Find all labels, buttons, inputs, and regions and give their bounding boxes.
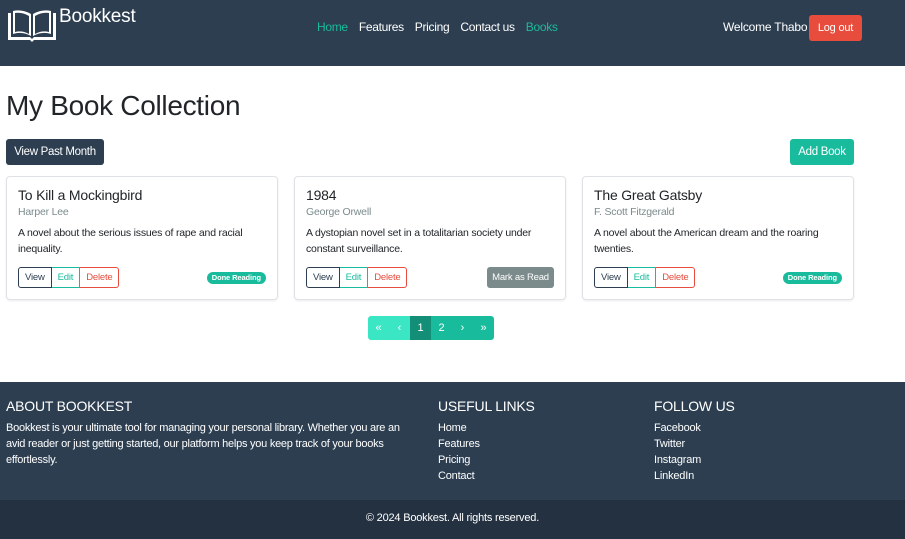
- book-title: To Kill a Mockingbird: [18, 187, 143, 203]
- view-past-month-button[interactable]: View Past Month: [6, 139, 104, 165]
- add-book-button[interactable]: Add Book: [790, 139, 854, 165]
- footer-link-contact[interactable]: Contact: [438, 468, 480, 484]
- view-button[interactable]: View: [594, 267, 628, 288]
- previous-page-button[interactable]: ‹: [389, 316, 410, 340]
- book-description: A novel about the serious issues of rape…: [18, 227, 243, 255]
- delete-button[interactable]: Delete: [368, 267, 408, 288]
- footer-link-features[interactable]: Features: [438, 436, 480, 452]
- last-page-button[interactable]: »: [473, 316, 494, 340]
- edit-button[interactable]: Edit: [51, 267, 81, 288]
- page-1-button[interactable]: 1: [410, 316, 431, 340]
- delete-button[interactable]: Delete: [656, 267, 696, 288]
- footer-link-twitter[interactable]: Twitter: [654, 436, 701, 452]
- book-author: Harper Lee: [18, 206, 69, 218]
- next-page-button[interactable]: ›: [452, 316, 473, 340]
- book-card: 1984 George Orwell A dystopian novel set…: [294, 176, 566, 300]
- book-author: George Orwell: [306, 206, 372, 218]
- nav-link-pricing[interactable]: Pricing: [415, 20, 450, 34]
- done-reading-badge: Done Reading: [206, 272, 266, 284]
- nav-link-books[interactable]: Books: [526, 20, 558, 34]
- book-card: To Kill a Mockingbird Harper Lee A novel…: [6, 176, 278, 300]
- book-title: 1984: [306, 187, 337, 203]
- book-author: F. Scott Fitzgerald: [594, 206, 675, 218]
- first-page-button[interactable]: «: [368, 316, 389, 340]
- brand[interactable]: [6, 9, 58, 43]
- book-description: A novel about the American dream and the…: [594, 227, 819, 255]
- book-card: The Great Gatsby F. Scott Fitzgerald A n…: [582, 176, 854, 300]
- page-2-button[interactable]: 2: [431, 316, 452, 340]
- follow-us-heading: FOLLOW US: [654, 398, 735, 414]
- useful-links-heading: USEFUL LINKS: [438, 398, 535, 414]
- footer-link-home[interactable]: Home: [438, 420, 480, 436]
- about-heading: ABOUT BOOKKEST: [6, 398, 133, 414]
- view-button[interactable]: View: [306, 267, 340, 288]
- pagination: « ‹ 1 2 › »: [368, 316, 494, 340]
- brand-name[interactable]: Bookkest: [59, 6, 136, 28]
- done-reading-badge: Done Reading: [782, 272, 842, 284]
- open-book-icon: [6, 9, 58, 43]
- useful-links-list: Home Features Pricing Contact: [438, 420, 480, 484]
- footer-link-facebook[interactable]: Facebook: [654, 420, 701, 436]
- footer-link-instagram[interactable]: Instagram: [654, 452, 701, 468]
- edit-button[interactable]: Edit: [627, 267, 657, 288]
- social-links-list: Facebook Twitter Instagram LinkedIn: [654, 420, 701, 484]
- navbar: Bookkest Home Features Pricing Contact u…: [0, 0, 905, 66]
- footer: ABOUT BOOKKEST Bookkest is your ultimate…: [0, 382, 905, 500]
- view-button[interactable]: View: [18, 267, 52, 288]
- footer-link-pricing[interactable]: Pricing: [438, 452, 480, 468]
- about-text: Bookkest is your ultimate tool for manag…: [6, 422, 400, 466]
- edit-button[interactable]: Edit: [339, 267, 369, 288]
- delete-button[interactable]: Delete: [80, 267, 120, 288]
- nav-link-contact-us[interactable]: Contact us: [460, 20, 515, 34]
- book-actions: View Edit Delete: [306, 267, 408, 288]
- logout-button[interactable]: Log out: [809, 15, 862, 41]
- book-actions: View Edit Delete: [594, 267, 696, 288]
- mark-as-read-button[interactable]: Mark as Read: [487, 267, 554, 288]
- page-title: My Book Collection: [6, 90, 241, 121]
- welcome-text: Welcome Thabo: [723, 20, 808, 34]
- copyright: © 2024 Bookkest. All rights reserved.: [0, 500, 905, 539]
- nav-link-features[interactable]: Features: [359, 20, 404, 34]
- book-title: The Great Gatsby: [594, 187, 703, 203]
- footer-link-linkedin[interactable]: LinkedIn: [654, 468, 701, 484]
- nav-link-home[interactable]: Home: [317, 20, 348, 34]
- nav-links: Home Features Pricing Contact us Books: [317, 20, 558, 34]
- book-description: A dystopian novel set in a totalitarian …: [306, 227, 532, 255]
- book-actions: View Edit Delete: [18, 267, 120, 288]
